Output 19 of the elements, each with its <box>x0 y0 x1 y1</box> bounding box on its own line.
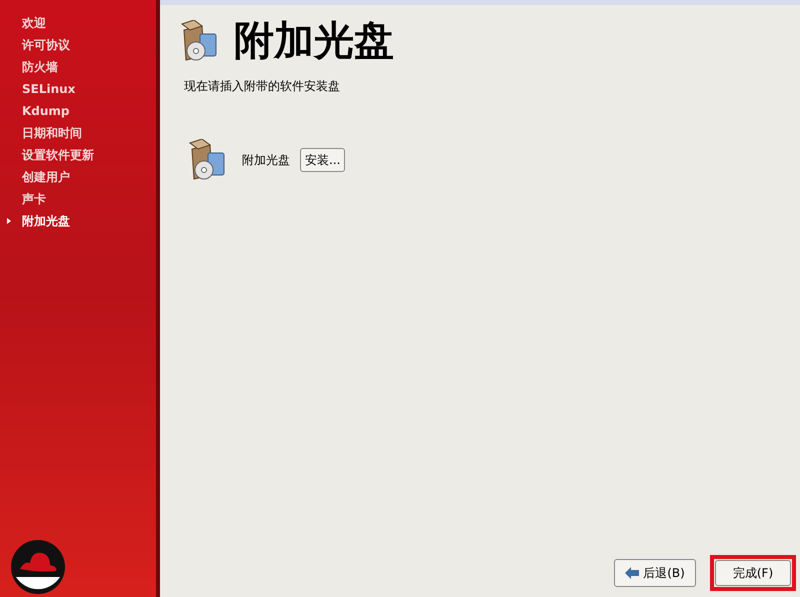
sidebar-item[interactable]: SELinux <box>14 80 76 98</box>
sidebar-item[interactable]: 创建用户 <box>14 168 70 186</box>
install-button[interactable]: 安装... <box>300 148 346 172</box>
selection-arrow-icon <box>7 218 11 224</box>
sidebar-item[interactable]: Kdump <box>14 102 70 120</box>
sidebar-item[interactable]: 日期和时间 <box>14 124 82 142</box>
sidebar-item[interactable]: 欢迎 <box>14 14 46 32</box>
finish-button[interactable]: 完成(F) <box>715 560 791 586</box>
sidebar-item[interactable]: 声卡 <box>14 190 46 208</box>
page-title: 附加光盘 <box>234 17 394 66</box>
back-button[interactable]: 后退(B) <box>614 559 696 587</box>
sidebar-item[interactable]: 许可协议 <box>14 36 70 54</box>
logo-icon <box>10 539 66 595</box>
sidebar-item[interactable]: 防火墙 <box>14 58 58 76</box>
sidebar-item[interactable]: 附加光盘 <box>14 212 70 230</box>
sidebar-item[interactable]: 设置软件更新 <box>14 146 94 164</box>
instruction-text: 现在请插入附带的软件安装盘 <box>183 78 341 95</box>
left-arrow-icon <box>625 567 640 579</box>
disc-label: 附加光盘 <box>242 152 290 169</box>
